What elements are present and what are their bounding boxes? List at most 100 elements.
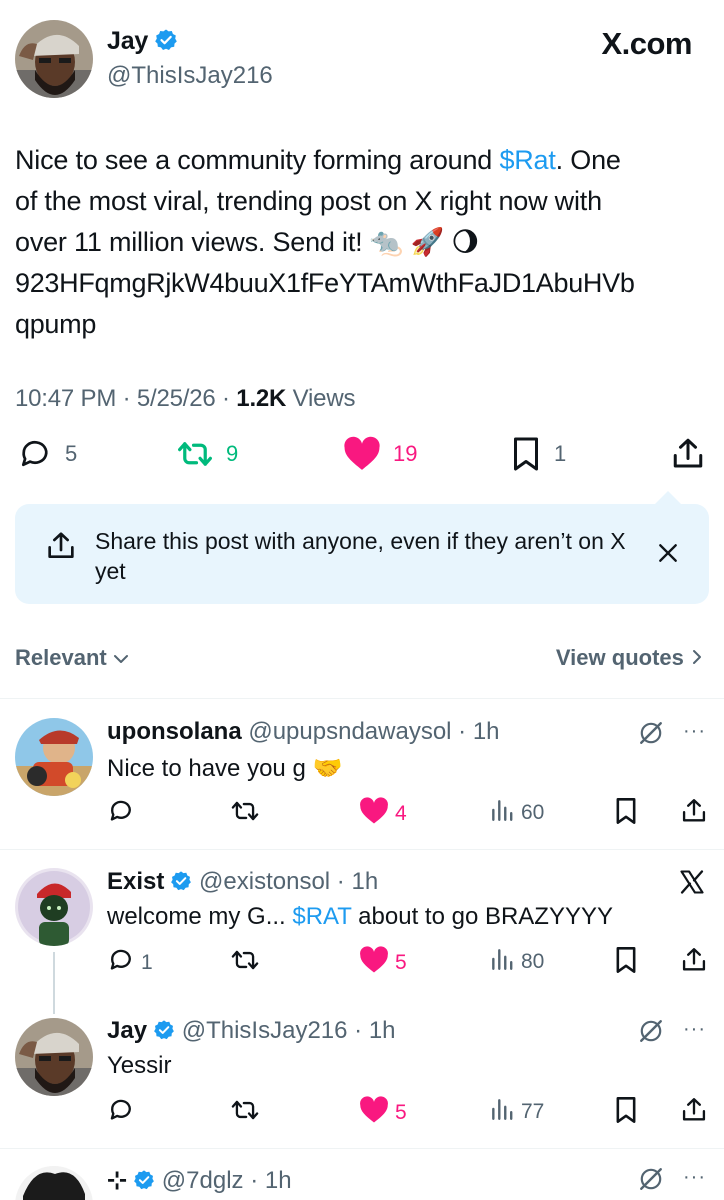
author-handle[interactable]: @ThisIsJay216 bbox=[107, 62, 273, 90]
bookmark-icon bbox=[614, 797, 638, 831]
repost-count: 9 bbox=[226, 441, 239, 466]
share-icon bbox=[670, 436, 706, 472]
reply-avatar[interactable] bbox=[15, 1018, 93, 1096]
ticker-link[interactable]: $RAT bbox=[292, 903, 351, 930]
views-button[interactable]: 80 bbox=[489, 946, 544, 978]
reply-author-handle[interactable]: @upupsndawaysol bbox=[248, 718, 451, 745]
bookmark-button[interactable]: 1 bbox=[510, 436, 566, 472]
contract-address-line1: 923HFqmgRjkW4buuX1fFeYTAmWthFaJD1AbuHVb bbox=[15, 268, 635, 298]
x-logo-icon[interactable] bbox=[678, 868, 706, 901]
post-date[interactable]: 5/25/26 bbox=[137, 385, 216, 412]
bookmark-button[interactable] bbox=[614, 946, 638, 980]
reply-author-handle[interactable]: @ThisIsJay216 bbox=[182, 1017, 348, 1044]
repost-button[interactable] bbox=[230, 946, 260, 980]
reply-time[interactable]: 1h bbox=[351, 868, 378, 895]
ticker-link[interactable]: $Rat bbox=[499, 145, 555, 175]
reply-author-handle[interactable]: @existonsol bbox=[199, 868, 330, 895]
reply-author-name[interactable]: Jay bbox=[107, 1017, 147, 1044]
grok-icon[interactable] bbox=[638, 1166, 664, 1197]
repost-icon bbox=[176, 436, 214, 472]
reply-author-handle[interactable]: @7dglz bbox=[162, 1167, 244, 1194]
sort-dropdown[interactable]: Relevant bbox=[15, 645, 129, 671]
more-options-icon[interactable]: ··· bbox=[683, 1018, 706, 1041]
views-button[interactable]: 77 bbox=[489, 1096, 544, 1128]
views-chart-icon bbox=[489, 797, 515, 829]
reply-actions: 4 60 bbox=[107, 797, 712, 827]
bookmark-button[interactable] bbox=[614, 797, 638, 831]
reply-count: 1 bbox=[141, 951, 153, 974]
verified-badge-icon bbox=[154, 28, 178, 59]
views-count: 1.2K bbox=[236, 385, 287, 412]
reply-button[interactable] bbox=[107, 797, 135, 831]
heart-filled-icon bbox=[343, 436, 381, 472]
reply-time[interactable]: 1h bbox=[473, 718, 500, 745]
heart-filled-icon bbox=[359, 1096, 389, 1130]
reply-time[interactable]: 1h bbox=[265, 1167, 292, 1194]
divider bbox=[0, 1148, 724, 1149]
grok-icon[interactable] bbox=[638, 1018, 664, 1049]
share-prompt-text[interactable]: Share this post with anyone, even if the… bbox=[95, 526, 635, 586]
reply-author-name[interactable]: ⊹ bbox=[107, 1167, 127, 1194]
share-button[interactable] bbox=[680, 1096, 708, 1130]
heart-filled-icon bbox=[359, 797, 389, 831]
handshake-emoji: 🤝 bbox=[312, 755, 343, 782]
bookmark-button[interactable] bbox=[614, 1096, 638, 1130]
share-icon bbox=[45, 530, 77, 567]
share-button[interactable] bbox=[680, 946, 708, 980]
bookmark-icon bbox=[614, 946, 638, 980]
chevron-down-icon bbox=[113, 645, 129, 670]
reply-avatar[interactable] bbox=[15, 718, 93, 796]
reply-author-name[interactable]: Exist bbox=[107, 868, 164, 895]
rat-rocket-moon-emoji: 🐀 🚀 🌖 bbox=[369, 227, 480, 257]
like-count: 19 bbox=[393, 441, 418, 466]
reply-icon bbox=[107, 946, 135, 980]
views-button[interactable]: 60 bbox=[489, 797, 544, 829]
share-icon bbox=[680, 797, 708, 831]
bookmark-count: 1 bbox=[554, 441, 567, 466]
bookmark-icon bbox=[510, 436, 542, 472]
verified-badge-icon bbox=[153, 1019, 175, 1048]
x-logo: X.com bbox=[601, 26, 692, 61]
reply-button[interactable]: 1 bbox=[107, 946, 153, 980]
reply-icon bbox=[17, 436, 53, 472]
like-button[interactable]: 5 bbox=[359, 946, 407, 980]
like-button[interactable]: 19 bbox=[343, 436, 417, 472]
more-options-icon[interactable]: ··· bbox=[683, 720, 706, 743]
reply-icon bbox=[107, 797, 135, 831]
reply-count: 5 bbox=[65, 441, 78, 466]
reply-button[interactable]: 5 bbox=[17, 436, 77, 472]
share-prompt-banner: Share this post with anyone, even if the… bbox=[15, 491, 709, 604]
more-options-icon[interactable]: ··· bbox=[683, 1166, 706, 1189]
like-button[interactable]: 4 bbox=[359, 797, 407, 831]
reply-time[interactable]: 1h bbox=[369, 1017, 396, 1044]
reply-author-name[interactable]: uponsolana bbox=[107, 718, 242, 745]
views-chart-icon bbox=[489, 946, 515, 978]
reply-icon bbox=[107, 1096, 135, 1130]
view-quotes-link[interactable]: View quotes bbox=[556, 645, 704, 671]
repost-icon bbox=[230, 946, 260, 980]
share-button[interactable] bbox=[680, 797, 708, 831]
post-text: Nice to see a community forming around $… bbox=[15, 140, 715, 345]
reply-actions: 5 77 bbox=[107, 1096, 712, 1126]
close-icon[interactable] bbox=[657, 542, 679, 569]
repost-button[interactable] bbox=[230, 1096, 260, 1130]
bookmark-icon bbox=[614, 1096, 638, 1130]
author-name[interactable]: Jay bbox=[107, 27, 178, 59]
reply-button[interactable] bbox=[107, 1096, 135, 1130]
repost-icon bbox=[230, 1096, 260, 1130]
post-time[interactable]: 10:47 PM bbox=[15, 385, 116, 412]
views-chart-icon bbox=[489, 1096, 515, 1128]
like-button[interactable]: 5 bbox=[359, 1096, 407, 1130]
reply-header: ⊹ @7dglz · 1h bbox=[107, 1166, 292, 1198]
verified-badge-icon bbox=[170, 870, 192, 899]
repost-button[interactable]: 9 bbox=[176, 436, 238, 472]
reply-avatar[interactable] bbox=[15, 868, 93, 946]
repost-button[interactable] bbox=[230, 797, 260, 831]
author-avatar[interactable] bbox=[15, 20, 93, 98]
views-count: 80 bbox=[521, 950, 545, 973]
reply-avatar[interactable] bbox=[15, 1166, 93, 1200]
grok-icon[interactable] bbox=[638, 720, 664, 751]
reply-header: uponsolana @upupsndawaysol · 1h bbox=[107, 718, 500, 745]
reply-header: Exist @existonsol · 1h bbox=[107, 868, 378, 899]
share-button[interactable] bbox=[670, 436, 706, 472]
